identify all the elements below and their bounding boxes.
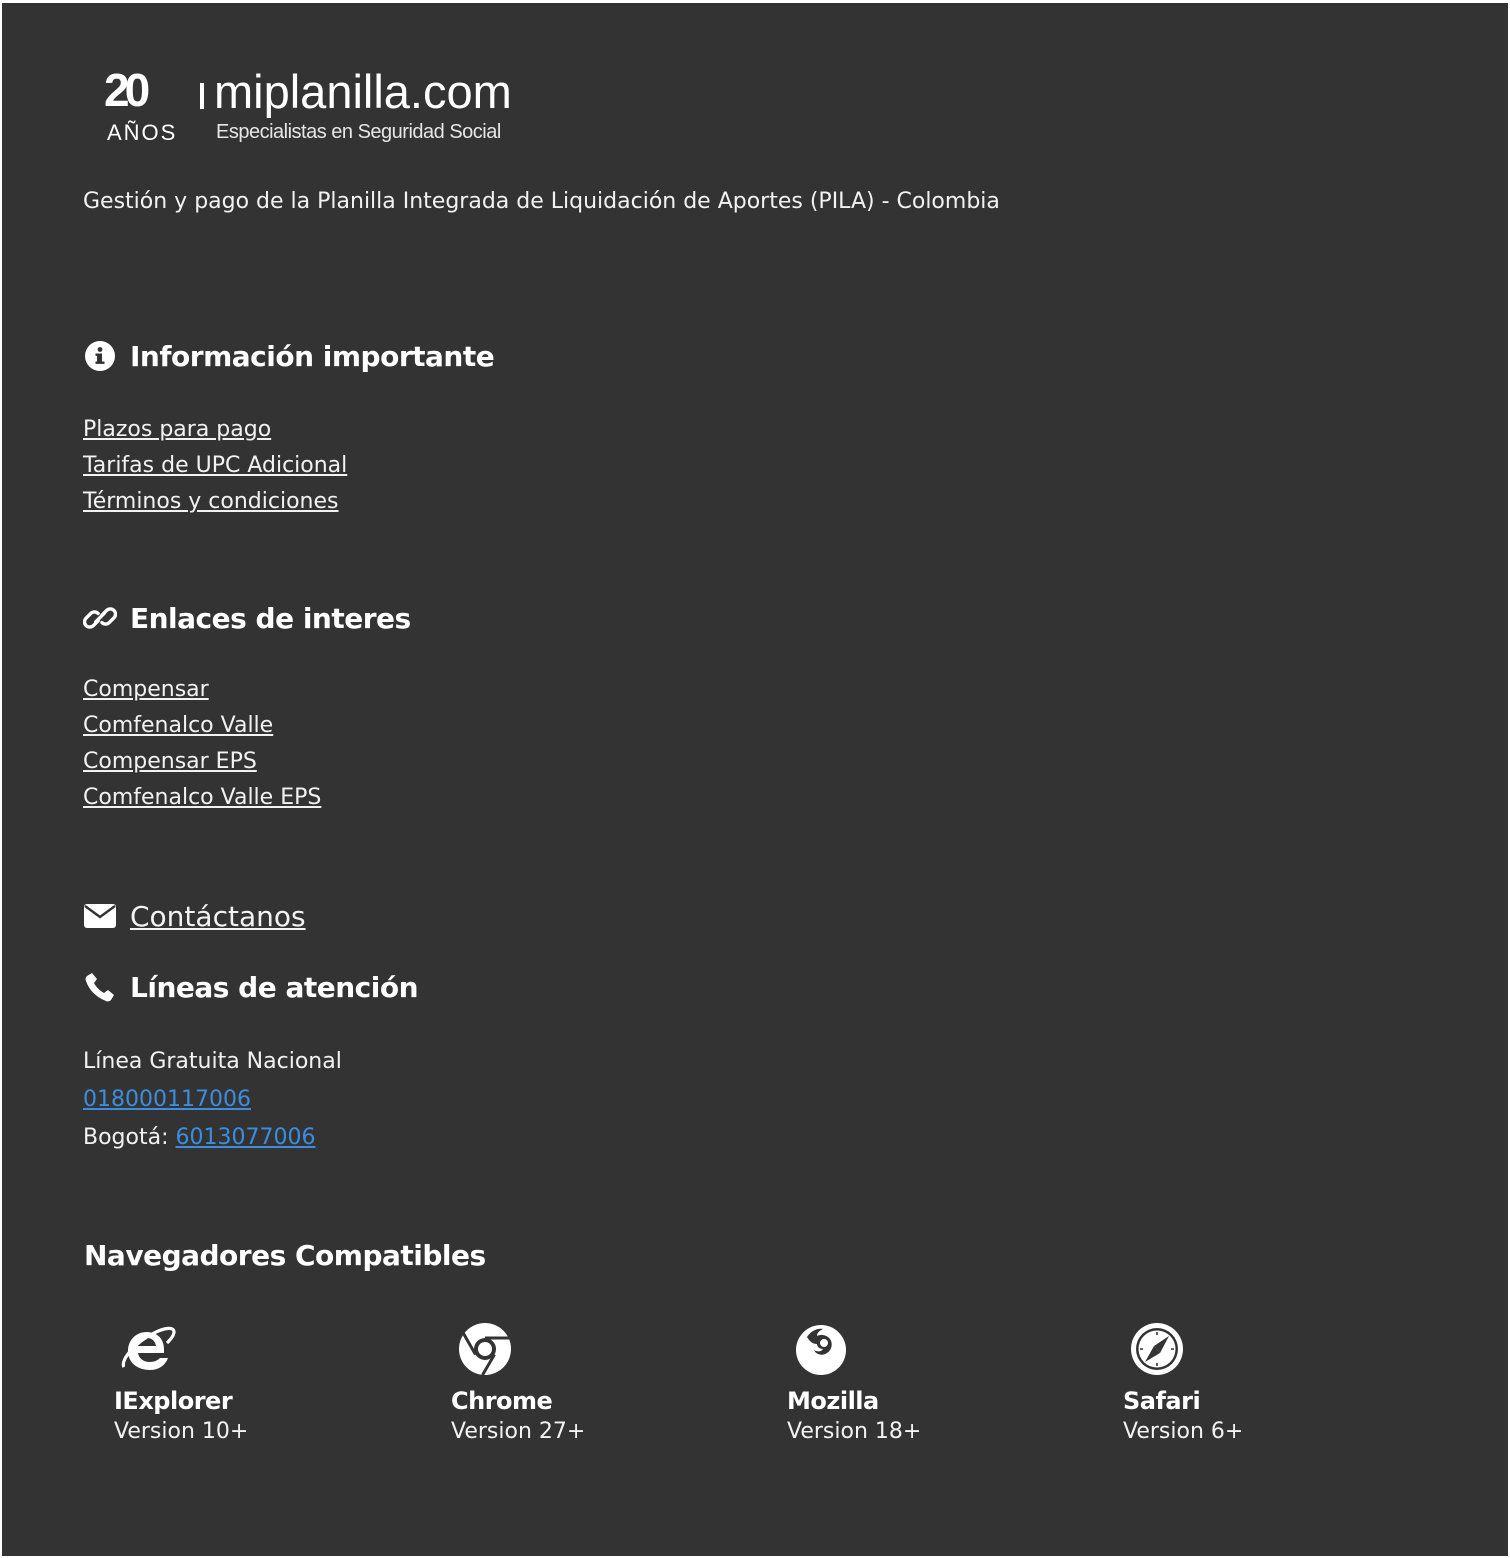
site-footer: 20 AÑOS miplanilla.com Especialistas en …	[2, 3, 1508, 1556]
bogota-line-label: Bogotá:	[83, 1125, 169, 1150]
logo-years-label: AÑOS	[107, 120, 178, 145]
firefox-icon	[793, 1321, 849, 1377]
brand-logo[interactable]: 20 AÑOS miplanilla.com Especialistas en …	[104, 63, 544, 153]
chrome-icon	[457, 1321, 513, 1377]
safari-icon	[1129, 1321, 1185, 1377]
link-icon	[83, 601, 117, 635]
interest-title: Enlaces de interes	[130, 601, 411, 635]
link-compensar-eps[interactable]: Compensar EPS	[83, 744, 321, 780]
browser-chrome: Chrome Version 27+	[451, 1321, 751, 1444]
link-comfenalco-valle-eps[interactable]: Comfenalco Valle EPS	[83, 780, 321, 816]
phone-lines: Línea Gratuita Nacional 018000117006 Bog…	[83, 1043, 342, 1157]
browser-safari: Safari Version 6+	[1123, 1321, 1423, 1444]
info-title: Información importante	[130, 339, 495, 373]
site-tagline: Gestión y pago de la Planilla Integrada …	[83, 189, 1000, 214]
info-section-title: Información importante	[83, 339, 495, 373]
logo-brand-name: miplanilla.com	[214, 65, 512, 118]
browser-name: Chrome	[451, 1387, 553, 1415]
logo-divider	[200, 83, 204, 109]
browsers-title: Navegadores Compatibles	[84, 1239, 486, 1272]
link-tarifas-upc[interactable]: Tarifas de UPC Adicional	[83, 448, 347, 484]
browser-version: Version 10+	[114, 1419, 249, 1444]
browser-version: Version 18+	[787, 1419, 922, 1444]
interest-links: Compensar Comfenalco Valle Compensar EPS…	[83, 672, 321, 816]
info-links: Plazos para pago Tarifas de UPC Adiciona…	[83, 412, 347, 520]
logo-years: 20	[104, 64, 150, 116]
link-plazos-pago[interactable]: Plazos para pago	[83, 412, 347, 448]
interest-section-title: Enlaces de interes	[83, 601, 411, 635]
national-line-number[interactable]: 018000117006	[83, 1087, 251, 1112]
national-line-label: Línea Gratuita Nacional	[83, 1049, 342, 1074]
bogota-line-number[interactable]: 6013077006	[176, 1125, 316, 1150]
contact-link[interactable]: Contáctanos	[130, 900, 306, 933]
link-terminos[interactable]: Términos y condiciones	[83, 484, 347, 520]
link-comfenalco-valle[interactable]: Comfenalco Valle	[83, 708, 321, 744]
browser-name: Mozilla	[787, 1387, 879, 1415]
browser-version: Version 27+	[451, 1419, 586, 1444]
internet-explorer-icon	[120, 1321, 176, 1377]
logo-slogan: Especialistas en Seguridad Social	[216, 121, 501, 143]
browser-name: IExplorer	[114, 1387, 233, 1415]
browser-version: Version 6+	[1123, 1419, 1244, 1444]
support-title: Líneas de atención	[130, 970, 419, 1004]
browser-iexplorer: IExplorer Version 10+	[114, 1321, 414, 1444]
support-section-title: Líneas de atención	[83, 970, 419, 1004]
envelope-icon	[83, 899, 117, 933]
browser-mozilla: Mozilla Version 18+	[787, 1321, 1087, 1444]
contact-row: Contáctanos	[83, 899, 306, 933]
link-compensar[interactable]: Compensar	[83, 672, 321, 708]
phone-icon	[83, 970, 117, 1004]
browser-name: Safari	[1123, 1387, 1201, 1415]
info-circle-icon	[83, 339, 117, 373]
